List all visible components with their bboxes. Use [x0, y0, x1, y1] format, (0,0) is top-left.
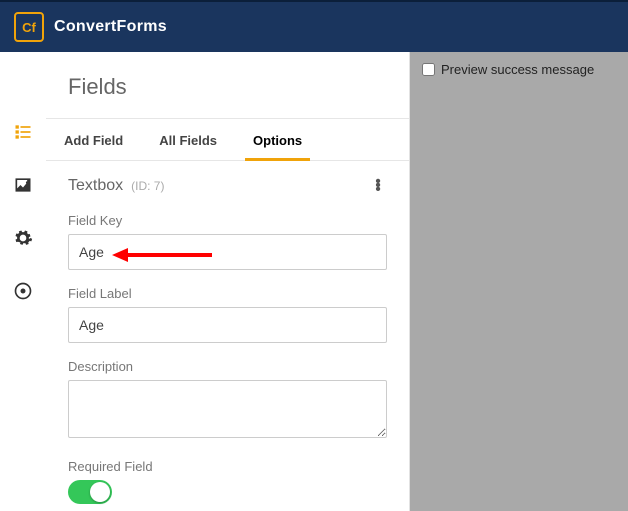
field-label-label: Field Label [68, 286, 387, 301]
rail-gear-icon[interactable] [13, 228, 33, 253]
app-brand: ConvertForms [54, 18, 167, 36]
field-key-label: Field Key [68, 213, 387, 228]
field-key-input[interactable] [68, 234, 387, 270]
tabs: Add Field All Fields Options [46, 118, 409, 161]
preview-pane: Preview success message [410, 52, 628, 511]
preview-success-label: Preview success message [441, 62, 594, 77]
app-logo: Cf [14, 12, 44, 42]
panel-title: Fields [46, 52, 409, 118]
description-label: Description [68, 359, 387, 374]
required-toggle[interactable] [68, 480, 112, 504]
preview-success-checkbox[interactable]: Preview success message [422, 62, 616, 77]
tab-all-fields[interactable]: All Fields [141, 119, 235, 160]
rail-image-icon[interactable] [13, 175, 33, 200]
tab-add-field[interactable]: Add Field [46, 119, 141, 160]
side-rail [0, 52, 46, 511]
rail-fields-icon[interactable] [13, 122, 33, 147]
preview-success-input[interactable] [422, 63, 435, 76]
field-type-id: (ID: 7) [131, 179, 164, 193]
field-label-input[interactable] [68, 307, 387, 343]
description-input[interactable] [68, 380, 387, 438]
field-type-name: Textbox [68, 177, 123, 195]
fields-panel: Fields Add Field All Fields Options Text… [46, 52, 410, 511]
required-label: Required Field [68, 459, 387, 474]
rail-target-icon[interactable] [13, 281, 33, 306]
tab-options[interactable]: Options [235, 119, 320, 160]
app-header: Cf ConvertForms [0, 0, 628, 52]
field-menu-icon[interactable]: ••• [369, 180, 387, 192]
